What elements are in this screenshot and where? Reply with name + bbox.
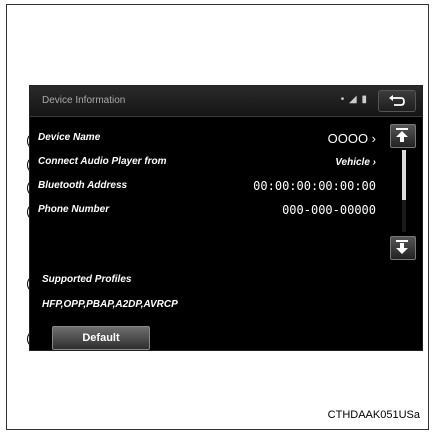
supported-profiles-value: HFP,OPP,PBAP,A2DP,AVRCP [42,299,178,310]
figure-frame: 1 2 3 4 5 6 Device Information • ◢ ▮ Dev… [6,4,429,430]
bluetooth-address-value: 00:00:00:00:00:00 [253,179,376,193]
scroll-up-icon [396,128,408,142]
status-icons: • ◢ ▮ [340,94,368,105]
device-name-row[interactable]: Device Name OOOO › [30,128,384,150]
scrollbar-track[interactable] [402,150,406,232]
connect-audio-player-label: Connect Audio Player from [38,156,167,167]
screen-title: Device Information [42,95,126,106]
device-name-value: OOOO › [327,131,376,146]
return-arrow-icon [389,95,405,106]
title-bar: Device Information • ◢ ▮ [30,86,422,117]
head-unit-screen: Device Information • ◢ ▮ Device Name OOO… [29,85,423,351]
back-button[interactable] [378,90,416,112]
phone-number-value: 000-000-00000 [282,203,376,217]
scrollbar-thumb[interactable] [402,150,406,200]
scroll-up-button[interactable] [390,124,416,148]
phone-number-label: Phone Number [38,204,110,215]
scroll-down-button[interactable] [390,236,416,260]
bluetooth-address-label: Bluetooth Address [38,180,128,191]
connect-audio-player-row[interactable]: Connect Audio Player from Vehicle › [30,152,384,174]
default-button[interactable]: Default [52,326,150,350]
device-name-label: Device Name [38,132,101,143]
connect-audio-player-value: Vehicle › [335,157,376,168]
bluetooth-address-row: Bluetooth Address 00:00:00:00:00:00 [30,176,384,198]
supported-profiles-label: Supported Profiles [42,274,132,285]
phone-number-row: Phone Number 000-000-00000 [30,200,384,222]
figure-caption: CTHDAAK051USa [327,409,420,421]
scroll-down-icon [396,240,408,254]
